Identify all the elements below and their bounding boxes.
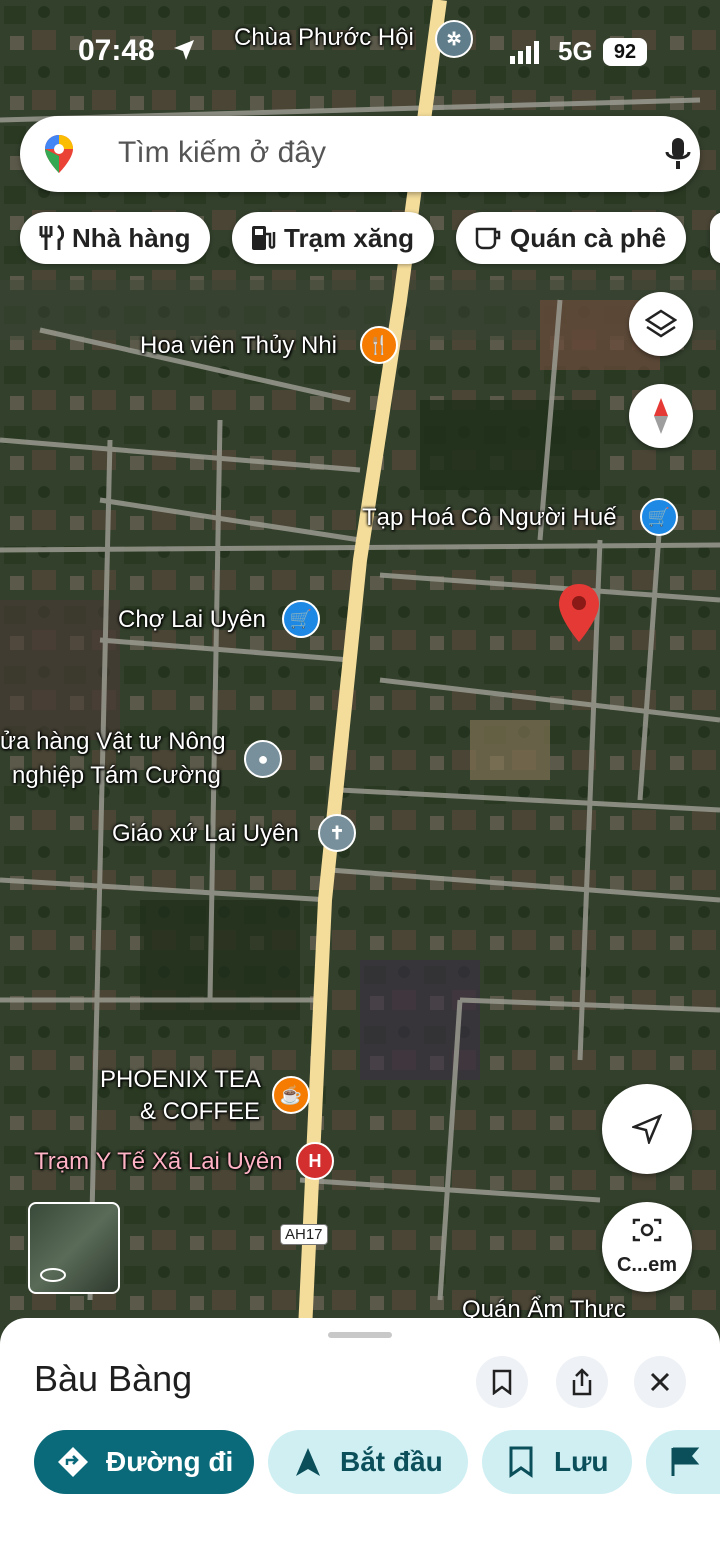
save-label: Lưu <box>554 1446 609 1477</box>
clock: 07:48 <box>78 34 155 67</box>
close-button[interactable] <box>634 1356 686 1408</box>
coffee-icon[interactable]: ☕ <box>272 1076 310 1114</box>
fork-knife-icon <box>39 224 64 250</box>
navigation-start-icon <box>296 1448 320 1476</box>
shopping-cart-icon[interactable]: 🛒 <box>282 600 320 638</box>
layers-button[interactable] <box>629 292 693 356</box>
share-icon <box>572 1368 592 1396</box>
compass-button[interactable] <box>629 384 693 448</box>
directions-icon <box>58 1447 88 1477</box>
battery-icon: 92 <box>603 38 647 66</box>
microphone-icon[interactable] <box>664 136 692 172</box>
gas-station-icon <box>252 226 276 250</box>
camera-button-label: C...em <box>616 1254 678 1276</box>
label-phoenix-line1[interactable]: PHOENIX TEA <box>100 1066 261 1094</box>
start-button[interactable]: Bắt đầu <box>268 1430 468 1494</box>
google-maps-logo-icon <box>45 135 73 173</box>
label-hoa-vien[interactable]: Hoa viên Thủy Nhi <box>140 332 337 360</box>
chip-label: Nhà hàng <box>72 222 191 253</box>
label-tram-y-te[interactable]: Trạm Y Tế Xã Lai Uyên <box>34 1148 283 1176</box>
network-type: 5G <box>558 36 593 66</box>
camera-icon <box>632 1218 662 1242</box>
rotate-360-icon <box>40 1268 66 1282</box>
chip-gas-stations[interactable]: Trạm xăng <box>232 212 435 264</box>
restaurant-icon[interactable]: 🍴 <box>360 326 398 364</box>
place-marker-icon[interactable]: ● <box>244 740 282 778</box>
close-icon <box>650 1372 670 1392</box>
label-giao-xu[interactable]: Giáo xứ Lai Uyên <box>112 820 299 848</box>
map-pin-icon[interactable] <box>556 582 602 644</box>
place-bottom-sheet[interactable]: Bàu Bàng Đường đi Bắt đầu Lưu <box>0 1318 720 1564</box>
share-button[interactable] <box>556 1356 608 1408</box>
start-label: Bắt đầu <box>340 1446 443 1477</box>
my-location-button[interactable] <box>602 1084 692 1174</box>
bookmark-icon <box>509 1446 533 1478</box>
coffee-cup-icon <box>475 227 501 250</box>
search-input[interactable]: Tìm kiếm ở đây <box>118 136 326 170</box>
layers-icon <box>645 309 677 338</box>
navigation-arrow-icon <box>632 1114 662 1144</box>
chip-coffee[interactable]: Quán cà phê <box>456 212 687 264</box>
hospital-icon[interactable]: H <box>296 1142 334 1180</box>
lens-camera-button[interactable]: C...em <box>602 1202 692 1292</box>
status-bar: 07:48 5G 92 <box>0 0 720 100</box>
shopping-cart-icon[interactable]: 🛒 <box>640 498 678 536</box>
chip-more[interactable] <box>710 212 720 264</box>
label-vat-tu-line1[interactable]: ửa hàng Vật tư Nông <box>0 728 226 756</box>
chip-label: Trạm xăng <box>284 222 415 253</box>
save-icon-button[interactable] <box>476 1356 528 1408</box>
save-button[interactable]: Lưu <box>482 1430 632 1494</box>
directions-label: Đường đi <box>106 1446 234 1477</box>
signal-bars-icon <box>510 41 539 64</box>
label-vat-tu-line2[interactable]: nghiệp Tám Cường <box>12 762 221 790</box>
place-title: Bàu Bàng <box>34 1358 193 1399</box>
directions-button[interactable]: Đường đi <box>34 1430 254 1494</box>
drag-handle[interactable] <box>328 1332 392 1338</box>
label-cho[interactable]: Chợ Lai Uyên <box>118 606 266 634</box>
bookmark-icon <box>492 1369 512 1395</box>
search-bar[interactable]: Tìm kiếm ở đây <box>20 116 700 192</box>
location-arrow-icon <box>174 40 194 60</box>
church-cross-icon[interactable]: ✝ <box>318 814 356 852</box>
flag-icon <box>671 1447 700 1476</box>
highway-shield: AH17 <box>280 1224 328 1245</box>
label-tap-hoa[interactable]: Tạp Hoá Cô Người Huế <box>362 504 617 532</box>
chip-label: Quán cà phê <box>510 222 667 253</box>
street-view-thumbnail[interactable] <box>28 1202 120 1294</box>
chip-restaurants[interactable]: Nhà hàng <box>20 212 211 264</box>
label-phoenix-line2[interactable]: & COFFEE <box>140 1098 260 1126</box>
flag-button[interactable] <box>646 1430 720 1494</box>
compass-icon <box>654 398 668 434</box>
